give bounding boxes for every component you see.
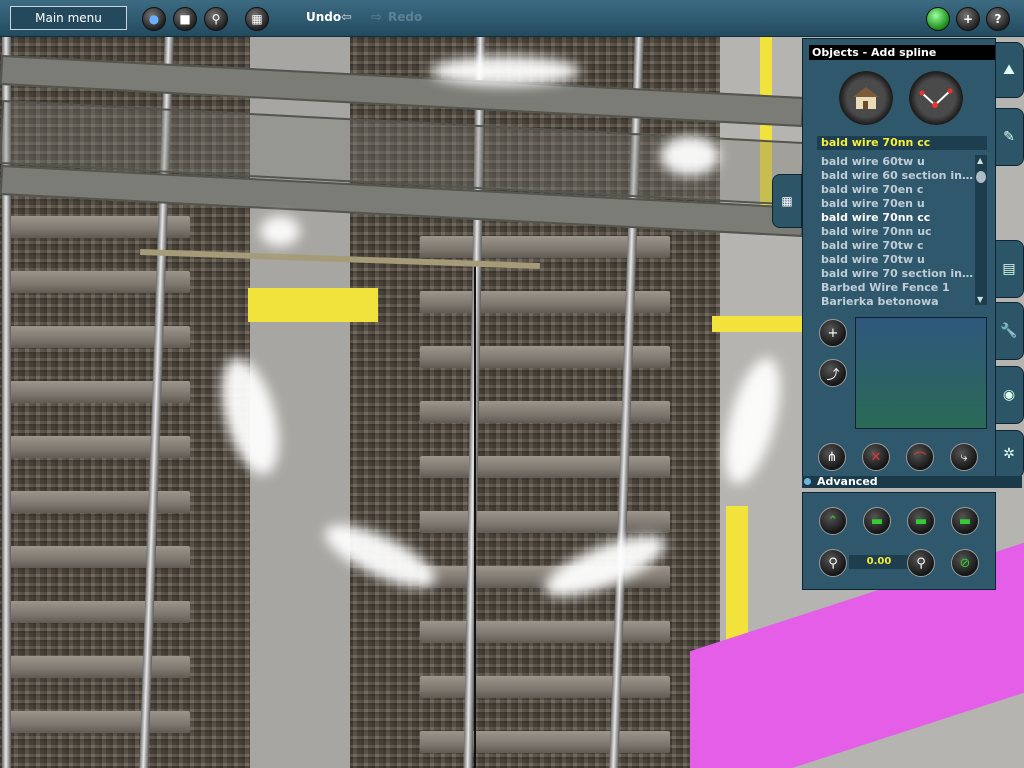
add-icon[interactable]: +	[956, 7, 980, 31]
list-item[interactable]: Barierka betonowa	[817, 295, 973, 305]
list-item-selected[interactable]: bald wire 70nn cc	[817, 211, 973, 225]
view-tab[interactable]: ▦	[772, 174, 802, 228]
scroll-thumb[interactable]	[976, 171, 986, 183]
height-apply-icon[interactable]: ⚲	[907, 549, 935, 577]
list-item[interactable]: bald wire 70tw u	[817, 253, 973, 267]
top-toolbar: Main menu ● ■ ⚲ ▦ Undo ⇦ ⇨ Redo + ?	[0, 0, 1024, 37]
smooth-spline-icon[interactable]: ⤴	[819, 359, 847, 387]
move-spline-icon[interactable]: ⌒	[906, 443, 934, 471]
delete-icon[interactable]: ✕	[862, 443, 890, 471]
tab-world[interactable]: ◉	[994, 366, 1024, 424]
objects-panel: Objects - Add spline bald wire 70nn cc b…	[802, 38, 996, 478]
list-item[interactable]: bald wire 60tw u	[817, 155, 973, 169]
tab-terrain[interactable]: ⛰	[994, 42, 1024, 98]
stop-icon[interactable]: ■	[173, 7, 197, 31]
no-height-icon[interactable]: ⊘	[951, 549, 979, 577]
spline-tool-icon[interactable]	[909, 71, 963, 125]
object-list[interactable]: bald wire 60tw u bald wire 60 section in…	[817, 155, 973, 305]
redo-button[interactable]: Redo	[388, 10, 422, 24]
status-light-icon[interactable]	[926, 7, 950, 31]
tab-objects[interactable]: ▤	[994, 240, 1024, 298]
advanced-panel: ⌃ ▬ ▬ ▬ ⚲ 0.00 ⚲ ⊘	[802, 492, 996, 590]
expand-dot-icon[interactable]	[804, 478, 811, 485]
list-item[interactable]: bald wire 70en c	[817, 183, 973, 197]
tab-settings[interactable]: ✲	[994, 430, 1024, 478]
yellow-marker	[248, 288, 378, 322]
advanced-label: Advanced	[817, 475, 878, 488]
magic-wand-icon[interactable]: ⚲	[204, 7, 228, 31]
spline-insert-icon[interactable]: ⋔	[818, 443, 846, 471]
undo-arrow-icon[interactable]: ⇦	[341, 10, 352, 25]
height-set-icon[interactable]: ▬	[907, 507, 935, 535]
house-icon[interactable]	[839, 71, 893, 125]
scroll-up-icon[interactable]: ▲	[977, 156, 983, 165]
height-down-icon[interactable]: ▬	[951, 507, 979, 535]
object-preview	[855, 317, 987, 429]
panel-title: Objects - Add spline	[809, 45, 995, 60]
tab-tools[interactable]: 🔧	[994, 302, 1024, 360]
selected-object: bald wire 70nn cc	[817, 136, 987, 150]
catenary-wire	[474, 266, 476, 768]
list-scrollbar[interactable]: ▲ ▼	[975, 155, 987, 305]
list-item[interactable]: bald wire 70en u	[817, 197, 973, 211]
list-item[interactable]: bald wire 70tw c	[817, 239, 973, 253]
grid-icon[interactable]: ▦	[245, 7, 269, 31]
list-item[interactable]: bald wire 60 section insul...	[817, 169, 973, 183]
get-object-icon[interactable]: ⤷	[950, 443, 978, 471]
height-up-red-icon[interactable]: ▬	[863, 507, 891, 535]
undo-button[interactable]: Undo	[306, 10, 341, 24]
height-get-icon[interactable]: ⚲	[819, 549, 847, 577]
add-spline-point-icon[interactable]: +	[819, 319, 847, 347]
list-item[interactable]: bald wire 70nn uc	[817, 225, 973, 239]
height-up-icon[interactable]: ⌃	[819, 507, 847, 535]
tab-track[interactable]: ✎	[994, 108, 1024, 166]
scroll-down-icon[interactable]: ▼	[977, 295, 983, 304]
height-value[interactable]: 0.00	[849, 555, 909, 569]
help-icon[interactable]: ?	[986, 7, 1010, 31]
main-menu-button[interactable]: Main menu	[10, 6, 127, 30]
redo-arrow-icon[interactable]: ⇨	[371, 10, 382, 25]
advanced-header[interactable]: Advanced	[802, 476, 1022, 488]
list-item[interactable]: Barbed Wire Fence 1	[817, 281, 973, 295]
selection-ring	[430, 56, 580, 86]
globe-icon[interactable]: ●	[142, 7, 166, 31]
list-item[interactable]: bald wire 70 section insul...	[817, 267, 973, 281]
